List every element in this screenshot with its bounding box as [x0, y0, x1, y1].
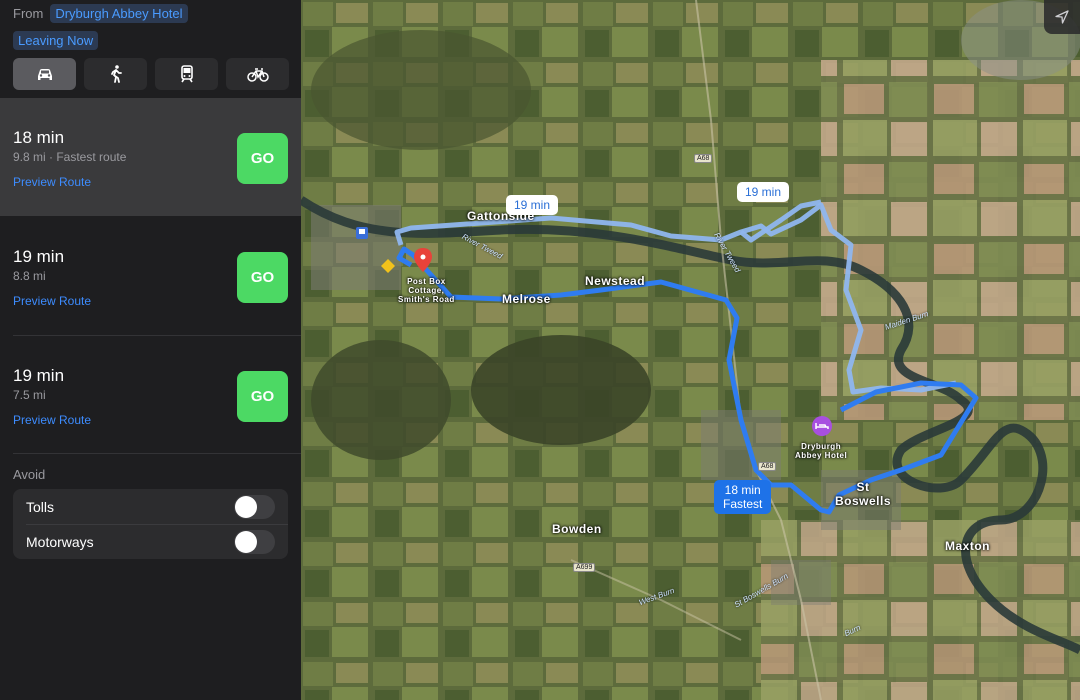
avoid-options: Tolls Motorways	[13, 489, 288, 559]
avoid-motorways-label: Motorways	[26, 534, 94, 550]
satellite-imagery	[301, 0, 1080, 700]
road-shield: A68	[758, 462, 777, 471]
route-time-callout[interactable]: 19 min	[506, 195, 559, 215]
fastest-route-tag: Fastest	[723, 497, 763, 511]
toggle-knob	[235, 496, 257, 518]
current-location-button[interactable]	[1044, 0, 1080, 34]
warning-icon	[381, 259, 395, 273]
walk-icon	[110, 65, 122, 83]
from-label: From	[13, 6, 44, 21]
avoid-motorways-row: Motorways	[13, 524, 288, 559]
route-time: 19 min	[13, 247, 65, 266]
transport-mode-selector	[13, 58, 297, 90]
preview-route-link[interactable]: Preview Route	[13, 175, 91, 189]
railway-station-icon	[356, 227, 368, 239]
route-time-callout[interactable]: 19 min	[737, 182, 790, 202]
place-label: Maxton	[945, 539, 990, 553]
toggle-knob	[235, 531, 257, 553]
route-time: 19 min	[13, 366, 65, 385]
from-row: From Dryburgh Abbey Hotel	[13, 4, 188, 23]
mode-cycle-button[interactable]	[226, 58, 289, 90]
start-pin-label: Post Box Cottage, Smith's Road	[398, 277, 455, 304]
bike-icon	[246, 68, 269, 82]
go-button[interactable]: GO	[237, 252, 288, 303]
go-button[interactable]: GO	[237, 133, 288, 184]
fastest-route-time: 18 min	[724, 483, 761, 497]
route-details: 9.8 mi · Fastest route	[13, 150, 127, 164]
avoid-tolls-row: Tolls	[13, 489, 288, 524]
place-label: Melrose	[502, 292, 551, 306]
place-label: Bowden	[552, 522, 602, 536]
hotel-pin-icon	[812, 416, 832, 436]
train-icon	[180, 65, 193, 83]
road-shield: A68	[694, 154, 713, 163]
car-icon	[37, 69, 52, 80]
preview-route-link[interactable]: Preview Route	[13, 413, 91, 427]
start-pin-icon	[414, 248, 432, 272]
satellite-map[interactable]: Gattonside Melrose Newstead Bowden St Bo…	[301, 0, 1080, 700]
mode-walk-button[interactable]	[84, 58, 147, 90]
route-option-2[interactable]: 19 min 8.8 mi Preview Route GO	[0, 217, 301, 335]
route-option-1[interactable]: 18 min 9.8 mi · Fastest route Preview Ro…	[0, 98, 301, 216]
road-shield: A699	[573, 563, 596, 572]
route-option-3[interactable]: 19 min 7.5 mi Preview Route GO	[0, 336, 301, 454]
origin-chip[interactable]: Dryburgh Abbey Hotel	[50, 4, 188, 23]
route-details: 7.5 mi	[13, 388, 46, 402]
go-button[interactable]: GO	[237, 371, 288, 422]
place-label: Newstead	[585, 274, 646, 288]
avoid-heading: Avoid	[13, 467, 46, 482]
end-pin-label: Dryburgh Abbey Hotel	[795, 442, 848, 460]
location-arrow-icon	[1055, 10, 1069, 24]
mode-transit-button[interactable]	[155, 58, 218, 90]
place-label: St Boswells	[835, 480, 892, 508]
fastest-route-callout[interactable]: 18 min Fastest	[714, 480, 772, 514]
directions-panel: From Dryburgh Abbey Hotel Leaving Now 18…	[0, 0, 301, 700]
depart-time-chip[interactable]: Leaving Now	[13, 31, 99, 50]
avoid-tolls-toggle[interactable]	[234, 495, 275, 519]
preview-route-link[interactable]: Preview Route	[13, 294, 91, 308]
route-details: 8.8 mi	[13, 269, 46, 283]
mode-drive-button[interactable]	[13, 58, 76, 90]
divider	[13, 453, 301, 454]
avoid-motorways-toggle[interactable]	[234, 530, 275, 554]
avoid-tolls-label: Tolls	[26, 499, 55, 515]
route-time: 18 min	[13, 128, 65, 147]
